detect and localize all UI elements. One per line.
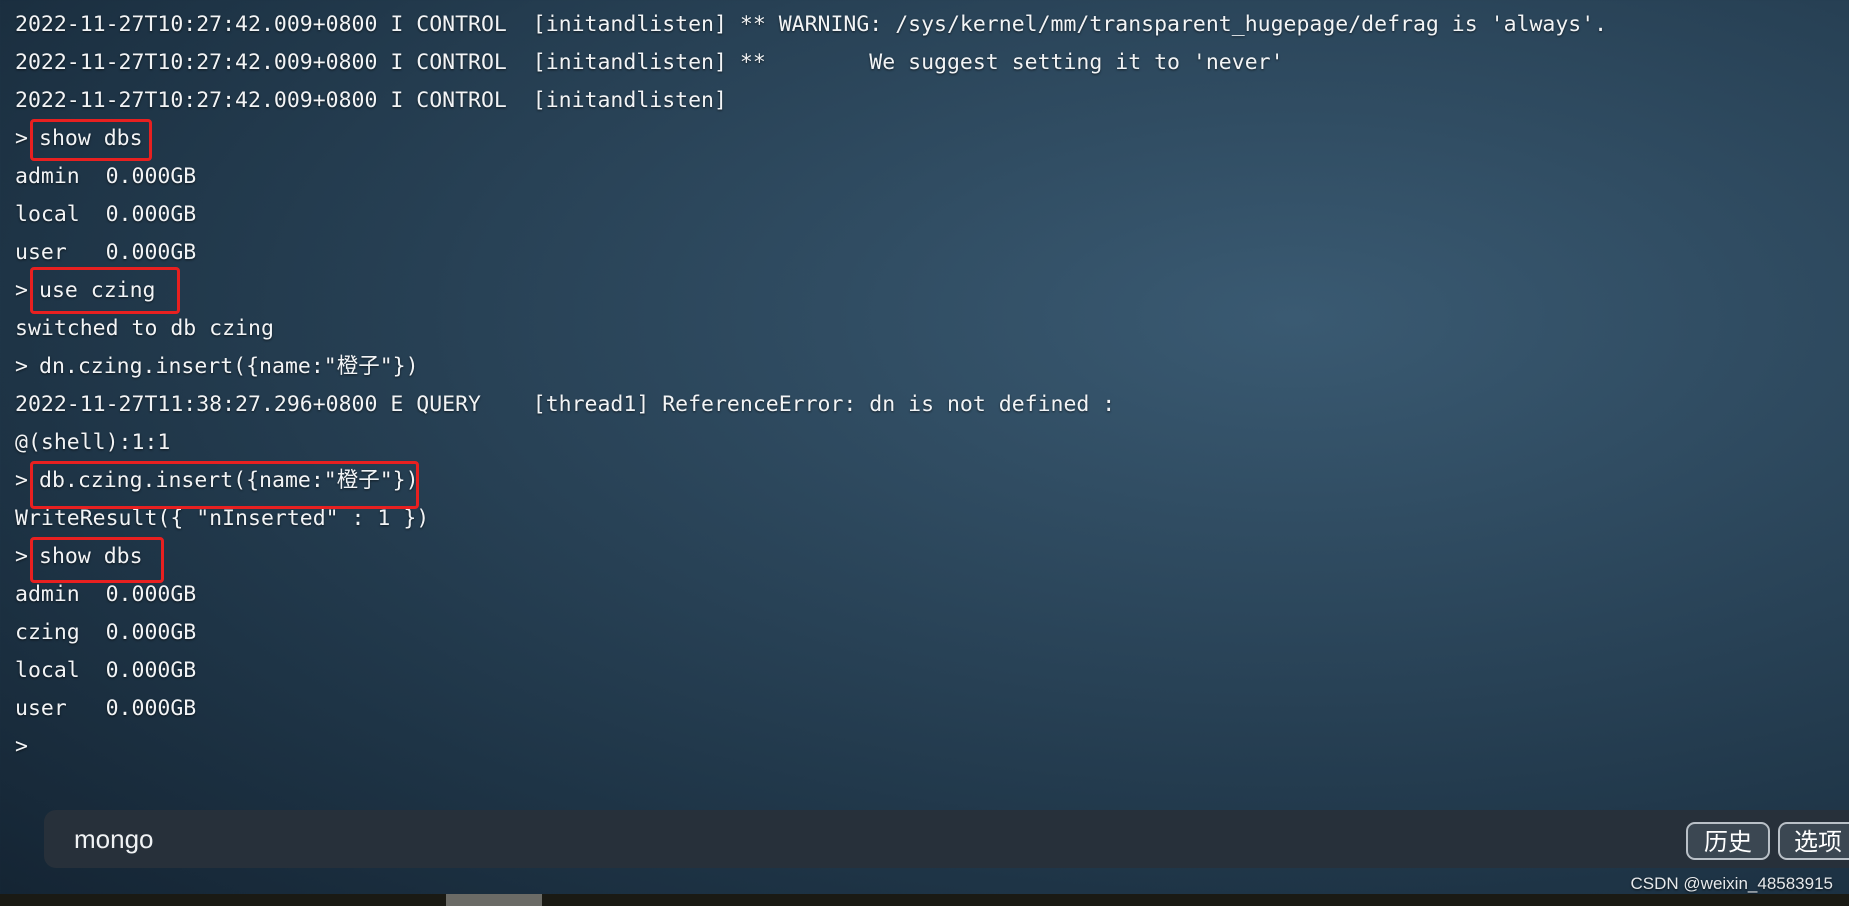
command-line: dn.czing.insert({name:"橙子"}) xyxy=(39,354,419,379)
output-line: switched to db czing xyxy=(15,316,274,341)
output-line: user 0.000GB xyxy=(15,696,197,721)
error-line: 2022-11-27T11:38:27.296+0800 E QUERY [th… xyxy=(15,392,1116,417)
error-line: @(shell):1:1 xyxy=(15,430,171,455)
prompt-marker: > xyxy=(15,544,28,569)
command-input-text[interactable]: mongo xyxy=(74,810,154,868)
prompt-marker: > xyxy=(15,734,28,759)
output-line: admin 0.000GB xyxy=(15,164,197,189)
highlight-box-show-dbs xyxy=(30,119,152,161)
output-line: local 0.000GB xyxy=(15,202,197,227)
prompt-marker: > xyxy=(15,468,28,493)
horizontal-scrollbar[interactable] xyxy=(0,894,1849,906)
options-button[interactable]: 选项 xyxy=(1778,822,1849,860)
terminal-output: 2022-11-27T10:27:42.009+0800 I CONTROL [… xyxy=(0,0,1849,800)
scrollbar-thumb[interactable] xyxy=(446,894,542,906)
log-line: 2022-11-27T10:27:42.009+0800 I CONTROL [… xyxy=(15,88,727,113)
prompt-marker: > xyxy=(15,278,28,303)
prompt-marker: > xyxy=(15,126,28,151)
output-line: czing 0.000GB xyxy=(15,620,197,645)
log-line: 2022-11-27T10:27:42.009+0800 I CONTROL [… xyxy=(15,50,1284,75)
watermark: CSDN @weixin_48583915 xyxy=(1630,874,1833,893)
prompt-marker: > xyxy=(15,354,28,379)
history-button[interactable]: 历史 xyxy=(1686,822,1770,860)
log-line: 2022-11-27T10:27:42.009+0800 I CONTROL [… xyxy=(15,12,1608,37)
output-line: user 0.000GB xyxy=(15,240,197,265)
highlight-box-db-insert xyxy=(30,461,419,509)
output-line: local 0.000GB xyxy=(15,658,197,683)
highlight-box-use-czing xyxy=(30,267,180,314)
output-line: admin 0.000GB xyxy=(15,582,197,607)
highlight-box-show-dbs-2 xyxy=(30,537,164,583)
command-input-bar[interactable]: mongo xyxy=(44,810,1849,868)
